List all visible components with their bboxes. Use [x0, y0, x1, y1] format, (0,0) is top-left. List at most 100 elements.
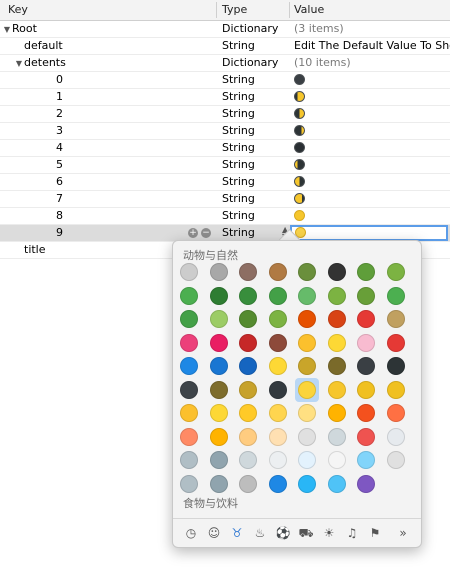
droplet-emoji[interactable] — [298, 475, 316, 493]
bamboo-emoji[interactable] — [210, 310, 228, 328]
cherry-blossom-emoji[interactable] — [357, 334, 375, 352]
wilted-flower-emoji[interactable] — [269, 334, 287, 352]
plist-row[interactable]: ▼ Root Dictionary (3 items) — [0, 21, 450, 38]
snow-cloud-emoji[interactable] — [269, 451, 287, 469]
hibiscus-emoji[interactable] — [387, 334, 405, 352]
plist-row[interactable]: 4 String — [0, 140, 450, 157]
sun-rain-cloud-emoji[interactable] — [328, 428, 346, 446]
sun-emoji[interactable] — [210, 428, 228, 446]
disclosure-triangle-icon[interactable]: ▼ — [14, 56, 24, 72]
sparkles-emoji[interactable] — [298, 404, 316, 422]
bouquet-emoji[interactable] — [180, 334, 198, 352]
last-quarter-emoji[interactable] — [328, 357, 346, 375]
cactus-emoji[interactable] — [180, 287, 198, 305]
four-leaf-clover-emoji[interactable] — [180, 310, 198, 328]
paw-emoji[interactable] — [180, 263, 198, 281]
row-value[interactable]: (3 items) — [294, 21, 450, 37]
row-value[interactable] — [294, 174, 450, 190]
waning-crescent-emoji[interactable] — [357, 357, 375, 375]
rat-emoji[interactable] — [210, 263, 228, 281]
disclosure-triangle-icon[interactable]: ▼ — [2, 22, 12, 38]
snowman-snow-emoji[interactable] — [298, 451, 316, 469]
row-value[interactable]: (10 items) — [294, 55, 450, 71]
herb-emoji[interactable] — [357, 287, 375, 305]
snowflake-emoji[interactable] — [357, 451, 375, 469]
first-quarter-face-emoji[interactable] — [357, 381, 375, 399]
dragon-face-emoji[interactable] — [387, 263, 405, 281]
row-value[interactable] — [294, 140, 450, 156]
row-value[interactable] — [294, 191, 450, 207]
fallen-leaf-emoji[interactable] — [298, 310, 316, 328]
shamrock-emoji[interactable] — [387, 287, 405, 305]
rainbow-emoji[interactable] — [357, 428, 375, 446]
flag-icon[interactable]: ⚑ — [367, 525, 383, 541]
tulip-emoji[interactable] — [210, 334, 228, 352]
row-type[interactable]: Dictionary — [222, 21, 286, 37]
row-value[interactable] — [294, 157, 450, 173]
plist-row[interactable]: default String Edit The Default Value To S… — [0, 38, 450, 55]
plist-row[interactable]: 3 String — [0, 123, 450, 140]
row-type[interactable]: Dictionary — [222, 55, 286, 71]
new-moon-face-emoji[interactable] — [269, 381, 287, 399]
christmas-tree-emoji[interactable] — [210, 287, 228, 305]
rain-cloud-emoji[interactable] — [180, 451, 198, 469]
evergreen-tree-emoji[interactable] — [239, 287, 257, 305]
palm-tree-emoji[interactable] — [298, 287, 316, 305]
plist-row[interactable]: 6 String — [0, 174, 450, 191]
dragon-emoji[interactable] — [357, 263, 375, 281]
rose-emoji[interactable] — [239, 334, 257, 352]
fog-emoji[interactable] — [239, 475, 257, 493]
add-item-button[interactable]: + — [188, 228, 198, 238]
sunflower-emoji[interactable] — [298, 334, 316, 352]
full-moon-face-emoji[interactable] — [328, 381, 346, 399]
remove-item-button[interactable]: − — [201, 228, 211, 238]
bear-icon[interactable]: ♉ — [229, 525, 245, 541]
first-quarter-emoji[interactable] — [210, 381, 228, 399]
globe-asia-emoji[interactable] — [239, 357, 257, 375]
globe-americas-emoji[interactable] — [180, 357, 198, 375]
ear-of-rice-emoji[interactable] — [387, 310, 405, 328]
sun-large-cloud-emoji[interactable] — [298, 428, 316, 446]
row-type[interactable]: String — [222, 106, 286, 122]
wind-face-emoji[interactable] — [387, 451, 405, 469]
turtle-emoji[interactable] — [298, 263, 316, 281]
log-emoji[interactable] — [269, 263, 287, 281]
row-type[interactable]: String — [222, 225, 286, 241]
row-type[interactable]: String — [222, 174, 286, 190]
row-type[interactable]: String — [222, 157, 286, 173]
water-wave-emoji[interactable] — [269, 475, 287, 493]
collision-emoji[interactable] — [387, 404, 405, 422]
plist-row[interactable]: 8 String — [0, 208, 450, 225]
plist-row[interactable]: 5 String — [0, 157, 450, 174]
dash-emoji[interactable] — [180, 475, 198, 493]
globe-europe-emoji[interactable] — [210, 357, 228, 375]
row-value[interactable] — [294, 123, 450, 139]
maple-leaf-emoji[interactable] — [328, 310, 346, 328]
soccer-ball-icon[interactable]: ⚽ — [275, 525, 291, 541]
plist-row[interactable]: 2 String — [0, 106, 450, 123]
leaves-emoji[interactable] — [269, 310, 287, 328]
more-categories-icon[interactable]: » — [395, 525, 411, 541]
row-type[interactable]: String — [222, 89, 286, 105]
row-type[interactable]: String — [222, 140, 286, 156]
squirrel-emoji[interactable] — [239, 263, 257, 281]
blossom-emoji[interactable] — [328, 334, 346, 352]
star-emoji[interactable] — [239, 404, 257, 422]
comet-emoji[interactable] — [180, 428, 198, 446]
header-value[interactable]: Value — [294, 0, 324, 20]
glowing-star-emoji[interactable] — [269, 404, 287, 422]
row-value[interactable]: Edit The Default Value To Show — [294, 38, 450, 54]
cloud-emoji[interactable] — [387, 428, 405, 446]
row-value[interactable] — [294, 89, 450, 105]
thunder-rain-emoji[interactable] — [210, 451, 228, 469]
waning-gibbous-emoji[interactable] — [298, 357, 316, 375]
row-type[interactable]: String — [222, 72, 286, 88]
umbrella-rain-emoji[interactable] — [357, 475, 375, 493]
waxing-crescent-emoji[interactable] — [180, 381, 198, 399]
sun-behind-cloud-emoji[interactable] — [269, 428, 287, 446]
value-edit-field[interactable] — [290, 225, 448, 241]
lightning-emoji[interactable] — [328, 404, 346, 422]
symbols-icon[interactable]: ♫ — [344, 525, 360, 541]
last-quarter-face-emoji[interactable] — [387, 381, 405, 399]
plist-row[interactable]: 7 String — [0, 191, 450, 208]
